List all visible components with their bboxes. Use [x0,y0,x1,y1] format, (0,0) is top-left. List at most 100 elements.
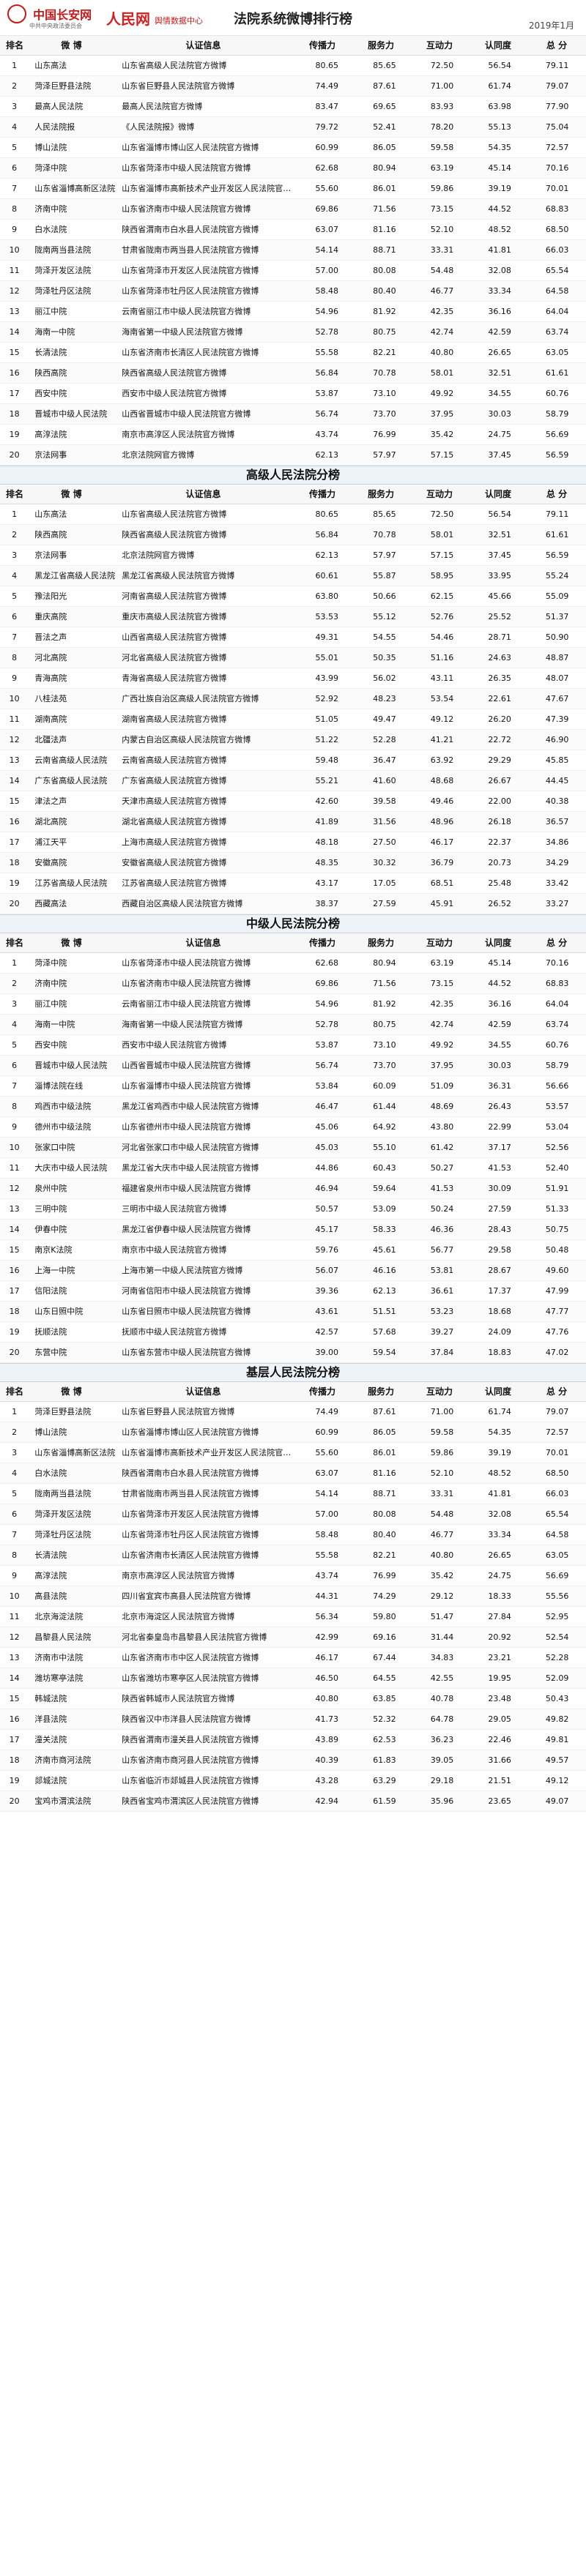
table-cell-spread: 63.07 [315,1468,339,1478]
table-cell-total: 47.02 [545,1348,569,1357]
table-cell-interact: 36.79 [430,858,454,867]
table-row: 19 郯城法院 山东省临沂市郯城县人民法院官方微博 43.28 63.29 29.18 21… [0,1771,586,1791]
table-cell-service: 46.16 [373,1266,396,1275]
ranking-section: 排名 微 博 认证信息 传播力 服务力 互动力 认同度 总 分 1 山东高法 山东省高级人民法院官方… [0,36,586,466]
table-cell-spread: 54.14 [315,245,339,255]
table-cell-total: 63.05 [545,348,569,357]
table-cell-interact: 35.42 [430,1571,454,1580]
table-cell-rank: 14 [9,1225,20,1234]
table-cell-rank: 19 [9,1776,20,1785]
column-header: 排名 [5,938,23,948]
table-row: 15 长清法院 山东省济南市长清区人民法院官方微博 55.58 82.21 40.80 26… [0,343,586,363]
table-cell-rank: 10 [9,1143,20,1152]
table-cell-spread: 42.60 [315,796,339,806]
table-body: 1 山东高法 山东省高级人民法院官方微博 80.65 85.65 72.50 56.54 79… [0,56,586,466]
table-cell-recognize: 24.75 [488,430,511,439]
table-cell-recognize: 28.71 [488,632,511,642]
table-cell-recognize: 45.14 [488,958,511,968]
table-cell-service: 50.35 [373,653,396,662]
table-cell-recognize: 45.66 [488,591,511,601]
table-cell-cert: 陕西省渭南市潼关县人民法院官方微博 [122,1735,259,1744]
table-cell-recognize: 32.51 [488,368,511,378]
column-header: 互动力 [426,938,453,948]
table-cell-interact: 36.61 [430,1286,454,1296]
table-cell-name: 山东省淄博高新区法院 [34,184,116,193]
table-row: 16 洋县法院 陕西省汉中市洋县人民法院官方微博 41.73 52.32 64.78 29.… [0,1709,586,1730]
table-cell-spread: 44.31 [315,1591,339,1601]
table-cell-spread: 69.86 [315,979,339,988]
table-cell-cert: 陕西省韩城市人民法院官方微博 [122,1694,235,1703]
table-cell-cert: 山东省潍坊市寒亭区人民法院官方微博 [122,1673,259,1683]
table-cell-cert: 南京市中级人民法院官方微博 [122,1245,227,1255]
table-cell-service: 60.09 [373,1081,396,1091]
table-cell-name: 抚顺法院 [34,1327,67,1337]
table-cell-interact: 35.96 [430,1796,454,1806]
table-cell-service: 51.51 [373,1307,396,1316]
table-row: 18 晋城市中级人民法院 山西省晋城市中级人民法院官方微博 56.74 73.70 37.… [0,404,586,425]
table-cell-spread: 54.14 [315,1489,339,1498]
table-cell-rank: 1 [12,509,18,519]
table-cell-name: 潼关法院 [34,1735,67,1744]
table-cell-recognize: 48.52 [488,225,511,234]
table-cell-rank: 5 [12,143,18,152]
table-cell-name: 博山法院 [34,143,67,152]
rankings-container: 排名微 博认证信息 传播力 服务力 互动力 认同度总 分 1 山东高法 山东省高级人民法院官方… [0,36,586,1812]
table-cell-name: 重庆高院 [34,612,67,621]
ranking-section: 基层人民法院分榜 排名 微 博 认证信息 传播力 服务力 互动力 认同度 总 分 1 菏泽巨野县法院… [0,1363,586,1812]
table-row: 12 菏泽牡丹区法院 山东省菏泽市牡丹区人民法院官方微博 58.48 80.40 46.7… [0,281,586,302]
table-cell-spread: 50.57 [315,1204,339,1214]
table-cell-rank: 6 [12,1509,18,1519]
table-cell-rank: 3 [12,102,18,111]
table-row: 6 重庆高院 重庆市高级人民法院官方微博 53.53 55.12 52.76 25.52 51… [0,607,586,627]
table-cell-interact: 59.58 [430,1427,454,1437]
table-cell-interact: 42.55 [430,1673,454,1683]
table-cell-total: 64.58 [545,1530,569,1539]
table-cell-service: 86.01 [373,1448,396,1457]
table-cell-recognize: 32.51 [488,530,511,540]
table-row: 16 湖北高院 湖北省高级人民法院官方微博 41.89 31.56 48.96 26.18 3… [0,812,586,832]
table-cell-total: 72.57 [545,143,569,152]
table-cell-name: 南京K法院 [34,1245,73,1255]
table-cell-recognize: 25.48 [488,878,511,888]
table-cell-rank: 20 [9,899,20,908]
table-cell-total: 72.57 [545,1427,569,1437]
table-row: 7 菏泽牡丹区法院 山东省菏泽市牡丹区人民法院官方微博 58.48 80.40 46.77… [0,1525,586,1545]
table-cell-name: 西藏高法 [34,899,67,908]
table-cell-spread: 43.89 [315,1735,339,1744]
table-cell-cert: 山东省巨野县人民法院官方微博 [122,81,235,91]
table-cell-total: 63.74 [545,1020,569,1029]
table-cell-rank: 7 [12,1081,18,1091]
table-row: 11 菏泽开发区法院 山东省菏泽市开发区人民法院官方微博 57.00 80.08 54.4… [0,261,586,281]
table-cell-interact: 43.80 [430,1122,454,1132]
table-cell-rank: 4 [12,571,18,580]
table-cell-total: 56.69 [545,1571,569,1580]
table-cell-rank: 2 [12,1427,18,1437]
table-cell-rank: 12 [9,286,20,296]
table-cell-cert: 云南省丽江市中级人民法院官方微博 [122,999,251,1009]
table-cell-service: 81.16 [373,1468,396,1478]
table-row: 15 南京K法院 南京市中级人民法院官方微博 59.76 45.61 56.77 29.58… [0,1240,586,1261]
table-cell-rank: 1 [12,958,18,968]
table-cell-recognize: 20.73 [488,858,511,867]
table-cell-recognize: 45.14 [488,163,511,173]
table-cell-rank: 8 [12,653,18,662]
table-cell-rank: 17 [9,389,20,398]
table-cell-service: 81.16 [373,225,396,234]
table-cell-cert: 甘肃省陇南市两当县人民法院官方微博 [122,1489,259,1498]
table-cell-service: 67.44 [373,1653,396,1662]
table-cell-total: 55.56 [545,1591,569,1601]
section-title: 基层人民法院分榜 [0,1363,586,1382]
table-cell-name: 河北高院 [34,653,67,662]
table-cell-recognize: 22.72 [488,735,511,744]
table-cell-name: 山东日照中院 [34,1307,84,1316]
table-cell-spread: 55.60 [315,184,339,193]
table-cell-spread: 63.07 [315,225,339,234]
table-cell-cert: 山东省淄博市博山区人民法院官方微博 [122,143,259,152]
table-cell-spread: 55.21 [315,776,339,785]
table-cell-total: 68.83 [545,204,569,214]
table-cell-total: 66.03 [545,245,569,255]
table-cell-total: 64.04 [545,999,569,1009]
table-row: 14 伊春中院 黑龙江省伊春中级人民法院官方微博 45.17 58.33 46.36 28.… [0,1220,586,1240]
table-cell-cert: 陕西省汉中市洋县人民法院官方微博 [122,1714,251,1724]
table-cell-recognize: 42.59 [488,327,511,337]
